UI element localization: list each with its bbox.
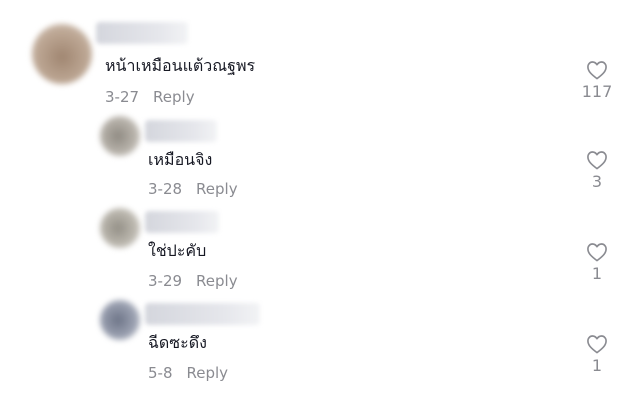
like-count: 117 — [581, 82, 613, 101]
comment-text: ใช่ปะคับ — [148, 241, 207, 260]
comment-text: หน้าเหมือนแต้วณฐพร — [105, 56, 256, 75]
like-count: 1 — [591, 264, 603, 283]
like-button[interactable]: 1 — [577, 242, 617, 284]
comment-text: ฉีดซะดึง — [148, 333, 207, 352]
like-count: 1 — [591, 356, 603, 375]
comment-meta: 3-29 Reply — [148, 271, 238, 291]
comment-date: 3-29 — [148, 272, 183, 290]
heart-icon — [587, 151, 607, 170]
reply-button[interactable]: Reply — [196, 272, 238, 290]
avatar[interactable] — [100, 300, 140, 340]
reply-button[interactable]: Reply — [196, 180, 238, 198]
like-count: 3 — [591, 172, 603, 191]
comment-meta: 3-27 Reply — [105, 87, 195, 107]
heart-icon — [587, 61, 607, 80]
username-blurred[interactable] — [145, 303, 260, 325]
like-button[interactable]: 1 — [577, 334, 617, 376]
avatar[interactable] — [32, 24, 92, 84]
comment-date: 3-28 — [148, 180, 183, 198]
avatar[interactable] — [100, 208, 140, 248]
comment-date: 5-8 — [148, 364, 173, 382]
comment-meta: 5-8 Reply — [148, 363, 228, 383]
like-button[interactable]: 3 — [577, 150, 617, 192]
reply-button[interactable]: Reply — [153, 88, 195, 106]
comment-date: 3-27 — [105, 88, 140, 106]
username-blurred[interactable] — [96, 22, 188, 44]
comment-text: เหมือนจิง — [148, 150, 213, 169]
username-blurred[interactable] — [145, 211, 219, 233]
like-button[interactable]: 117 — [577, 60, 617, 102]
heart-icon — [587, 335, 607, 354]
avatar[interactable] — [100, 116, 140, 156]
username-blurred[interactable] — [145, 120, 217, 142]
reply-button[interactable]: Reply — [187, 364, 229, 382]
heart-icon — [587, 243, 607, 262]
comment-meta: 3-28 Reply — [148, 179, 238, 199]
